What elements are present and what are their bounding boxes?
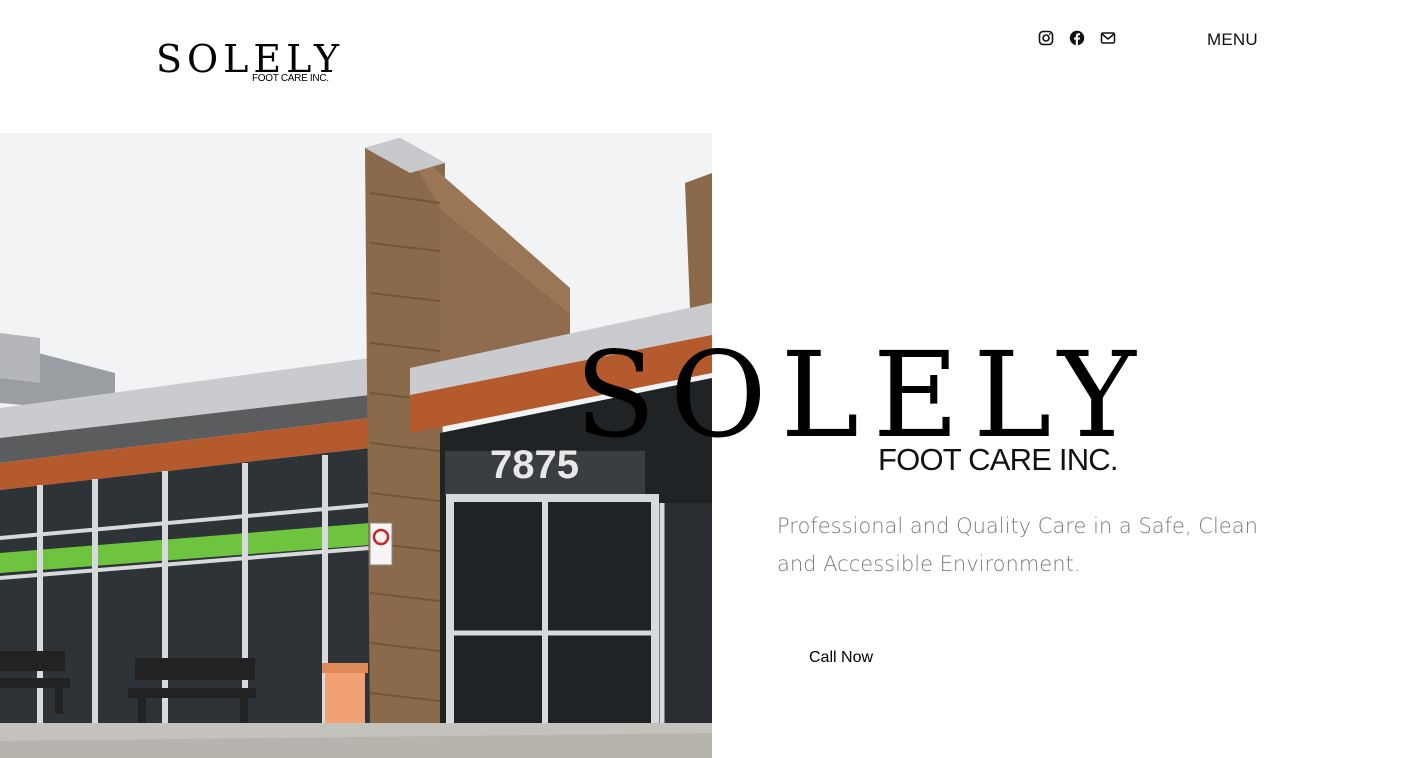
logo-subtitle: FOOT CARE INC. (252, 73, 329, 84)
social-links (1038, 30, 1116, 46)
facebook-icon[interactable] (1069, 30, 1085, 46)
menu-button[interactable]: MENU (1207, 30, 1258, 50)
hero-tagline: Professional and Quality Care in a Safe,… (777, 514, 1258, 576)
building-number: 7875 (490, 443, 579, 487)
hero-logo: SOLELY FOOT CARE INC. (575, 330, 1136, 480)
hero-logo-wordmark: SOLELY (575, 326, 1150, 464)
hero-logo-subtitle: FOOT CARE INC. (878, 442, 1119, 477)
site-logo[interactable]: SOLELY FOOT CARE INC. (156, 38, 339, 88)
instagram-icon[interactable] (1038, 30, 1054, 46)
call-now-button[interactable]: Call Now (809, 648, 873, 668)
mail-icon[interactable] (1100, 30, 1116, 46)
